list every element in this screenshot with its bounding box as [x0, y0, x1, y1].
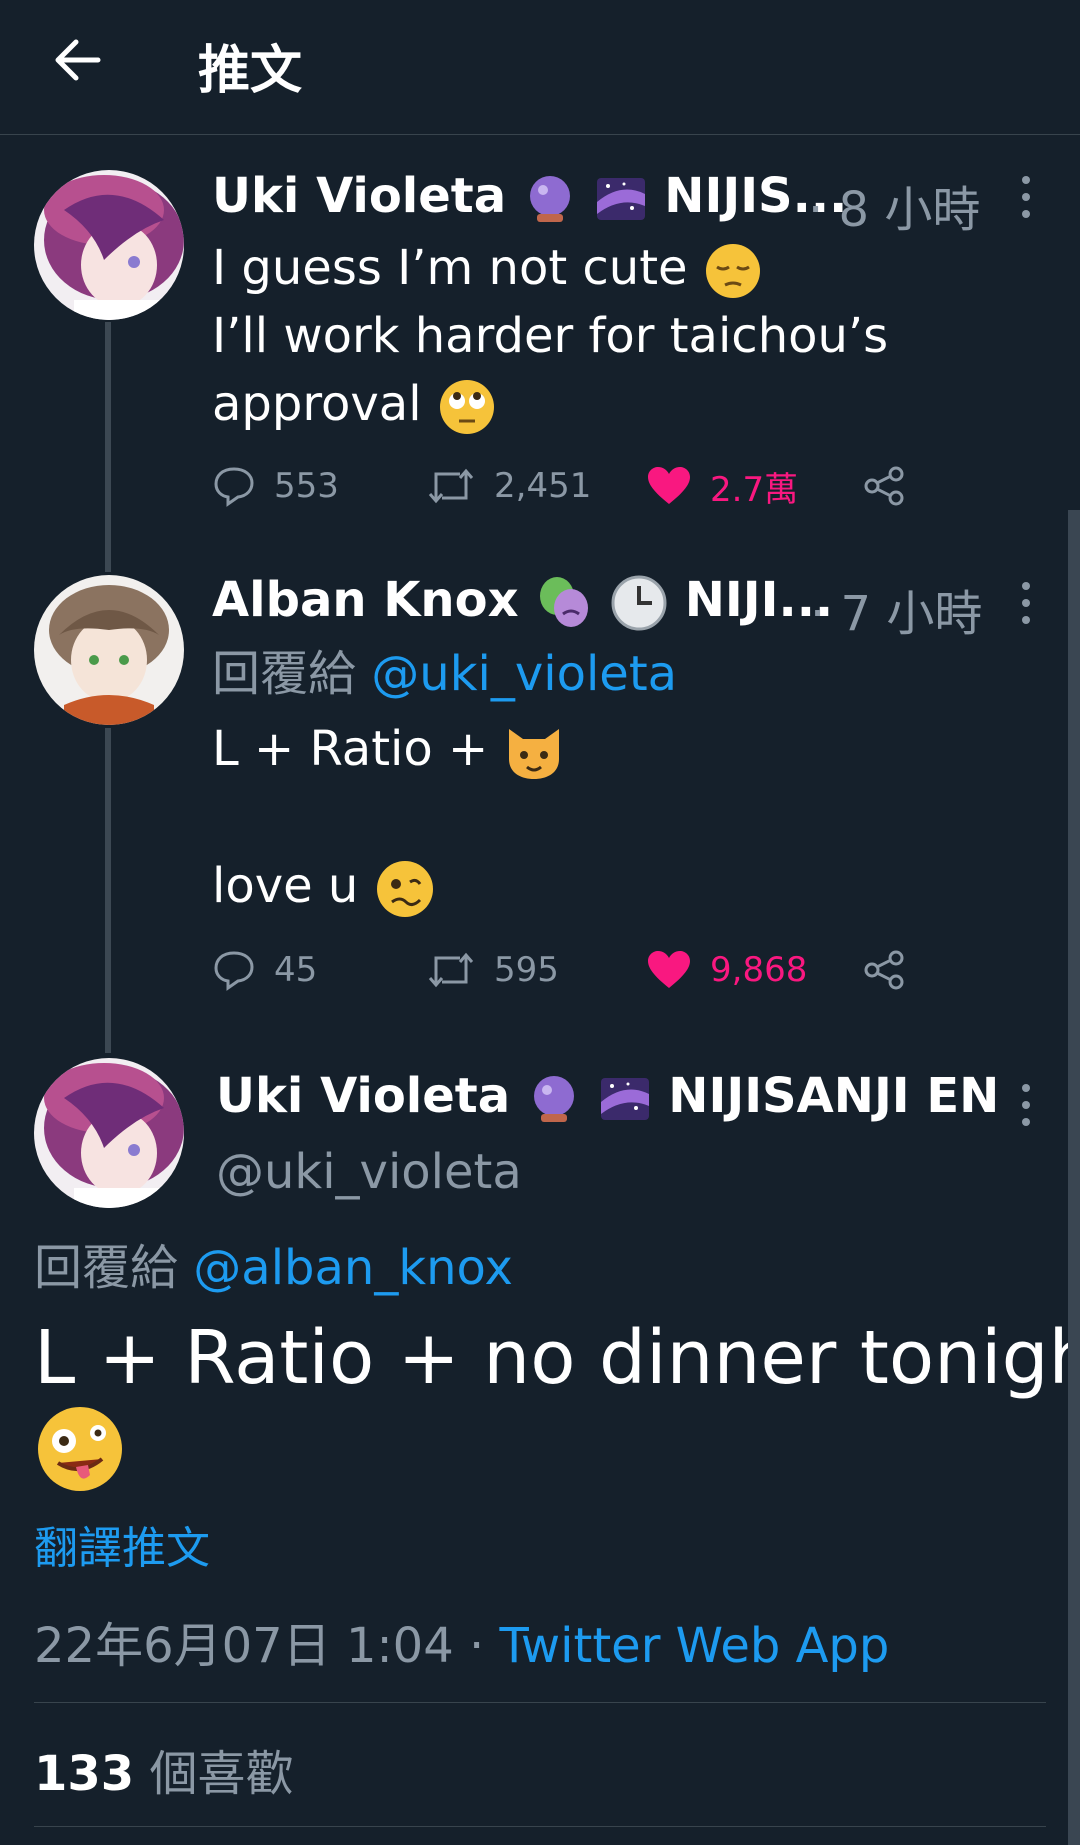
- zany-face-icon: [38, 1407, 122, 1491]
- tweet-author-row[interactable]: Uki Violeta NIJISANJI EN: [216, 1068, 999, 1126]
- tweet-actions: 45 595 9,868: [212, 940, 912, 1000]
- tweet-actions: 553 2,451 2.7萬: [212, 456, 912, 516]
- clock-icon: [611, 575, 667, 631]
- avatar[interactable]: [34, 170, 184, 320]
- top-bar: 推文: [0, 0, 1080, 135]
- tweet-line: I guess I’m not cute: [212, 240, 688, 296]
- more-options-icon[interactable]: [1016, 1080, 1036, 1130]
- page-title: 推文: [198, 41, 303, 101]
- retweet-icon: [428, 952, 474, 988]
- tweet-date: 22年6月07日 1:04: [34, 1618, 454, 1674]
- eye-roll-face-icon: [439, 380, 494, 434]
- retweet-icon: [428, 468, 474, 504]
- cat-face-icon: [509, 729, 560, 779]
- heart-filled-icon: [648, 951, 690, 988]
- retweet-count: 2,451: [494, 466, 592, 506]
- source-link[interactable]: Twitter Web App: [500, 1618, 890, 1674]
- tweet-line: love u: [212, 858, 359, 914]
- separator: ·: [469, 1618, 485, 1674]
- tweet-text: love u: [212, 852, 436, 920]
- likes-label: 個喜歡: [149, 1746, 294, 1802]
- avatar[interactable]: [34, 575, 184, 725]
- retweet-button[interactable]: 2,451: [426, 456, 591, 516]
- back-arrow-icon[interactable]: [48, 30, 108, 90]
- retweet-count: 595: [494, 950, 559, 990]
- user-handle[interactable]: @uki_violeta: [216, 1138, 522, 1206]
- divider: [34, 1826, 1046, 1827]
- thread-connector: [105, 728, 111, 1053]
- main-tweet-text: L + Ratio + no dinner tonight: [34, 1315, 1080, 1401]
- more-options-icon[interactable]: [1016, 172, 1036, 222]
- reply-context: 回覆給 @alban_knox: [34, 1234, 513, 1302]
- like-button[interactable]: 9,868: [646, 940, 807, 1000]
- name-suffix: NIJISANJI EN: [668, 1068, 1000, 1124]
- scrollbar[interactable]: [1068, 510, 1080, 1845]
- pensive-face-icon: [705, 244, 760, 298]
- translate-tweet-link[interactable]: 翻譯推文: [34, 1512, 210, 1576]
- retweet-button[interactable]: 595: [426, 940, 559, 1000]
- tweet-line: I’ll work harder for taichou’s: [212, 308, 889, 364]
- share-button[interactable]: [862, 940, 906, 1000]
- tweet-author-row[interactable]: Uki Violeta NIJIS...: [212, 168, 847, 226]
- like-button[interactable]: 2.7萬: [646, 456, 798, 516]
- woozy-face-icon: [376, 861, 433, 917]
- theater-masks-icon: [540, 577, 589, 627]
- avatar[interactable]: [34, 1058, 184, 1208]
- reply-icon: [214, 951, 254, 991]
- tweet-time: · 8 小時: [808, 182, 981, 238]
- crystal-ball-icon: [533, 1076, 574, 1122]
- tweet-text: L + Ratio +: [212, 715, 565, 783]
- reply-button[interactable]: 45: [212, 940, 317, 1000]
- heart-filled-icon: [648, 467, 690, 504]
- reply-prefix: 回覆給: [34, 1240, 179, 1296]
- milky-way-icon: [600, 1078, 649, 1120]
- tweet-text: I guess I’m not cute I’ll work harder fo…: [212, 234, 888, 438]
- likes-count: 133: [34, 1746, 135, 1802]
- like-count: 2.7萬: [710, 469, 799, 510]
- display-name: Uki Violeta: [212, 168, 507, 224]
- mention-link[interactable]: @alban_knox: [193, 1240, 513, 1296]
- reply-button[interactable]: 553: [212, 456, 339, 516]
- display-name: Uki Violeta: [216, 1068, 511, 1124]
- like-count: 9,868: [710, 950, 808, 990]
- likes-summary[interactable]: 133 個喜歡: [34, 1734, 293, 1804]
- thread-connector: [105, 322, 111, 572]
- reply-prefix: 回覆給: [212, 646, 357, 702]
- share-button[interactable]: [862, 456, 906, 516]
- reply-context: 回覆給 @uki_violeta: [212, 640, 677, 708]
- tweet-timestamp-row: 22年6月07日 1:04 · Twitter Web App: [34, 1606, 889, 1676]
- mention-link[interactable]: @uki_violeta: [371, 646, 677, 702]
- tweet-author-row[interactable]: Alban Knox NIJI...: [212, 572, 833, 632]
- divider: [34, 1702, 1046, 1703]
- display-name: Alban Knox: [212, 572, 519, 628]
- tweet-line: approval: [212, 376, 422, 432]
- share-icon: [864, 950, 904, 990]
- milky-way-icon: [596, 178, 645, 220]
- reply-count: 553: [274, 466, 339, 506]
- more-options-icon[interactable]: [1016, 578, 1036, 628]
- share-icon: [864, 466, 904, 506]
- tweet-time: · 7 小時: [810, 586, 983, 642]
- crystal-ball-icon: [529, 176, 570, 222]
- reply-icon: [214, 467, 254, 507]
- tweet-line: L + Ratio +: [212, 721, 489, 777]
- reply-count: 45: [274, 950, 318, 990]
